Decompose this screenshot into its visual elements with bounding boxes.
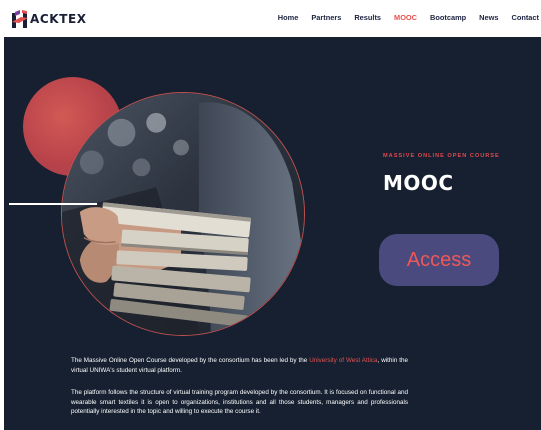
nav-home[interactable]: Home — [278, 13, 299, 22]
page-title: MOOC — [383, 171, 454, 195]
nav-mooc[interactable]: MOOC — [394, 13, 417, 22]
university-link[interactable]: University of West Attica — [309, 357, 377, 364]
access-button[interactable]: Access — [379, 234, 499, 286]
decorative-divider-line — [9, 203, 97, 205]
description-paragraph-2: The platform follows the structure of vi… — [71, 389, 408, 416]
description-paragraph-1: The Massive Online Open Course developed… — [71, 356, 408, 375]
main-nav: Home Partners Results MOOC Bootcamp News… — [265, 13, 539, 22]
nav-partners[interactable]: Partners — [311, 13, 341, 22]
mooc-section: MASSIVE ONLINE OPEN COURSE MOOC Access T… — [4, 37, 541, 430]
nav-contact[interactable]: Contact — [511, 13, 539, 22]
hero-kicker: MASSIVE ONLINE OPEN COURSE — [383, 153, 500, 159]
nav-results[interactable]: Results — [354, 13, 381, 22]
nav-news[interactable]: News — [479, 13, 498, 22]
site-header: ACKTEX Home Partners Results MOOC Bootca… — [0, 0, 541, 37]
hands-holding-stack-of-books-photo — [61, 92, 305, 336]
description-text: The Massive Online Open Course developed… — [71, 357, 310, 364]
hacktex-logo[interactable]: ACKTEX — [11, 9, 87, 29]
hacktex-h-logo-icon — [11, 9, 29, 29]
nav-bootcamp[interactable]: Bootcamp — [430, 13, 466, 22]
logo-wordmark: ACKTEX — [30, 12, 87, 26]
